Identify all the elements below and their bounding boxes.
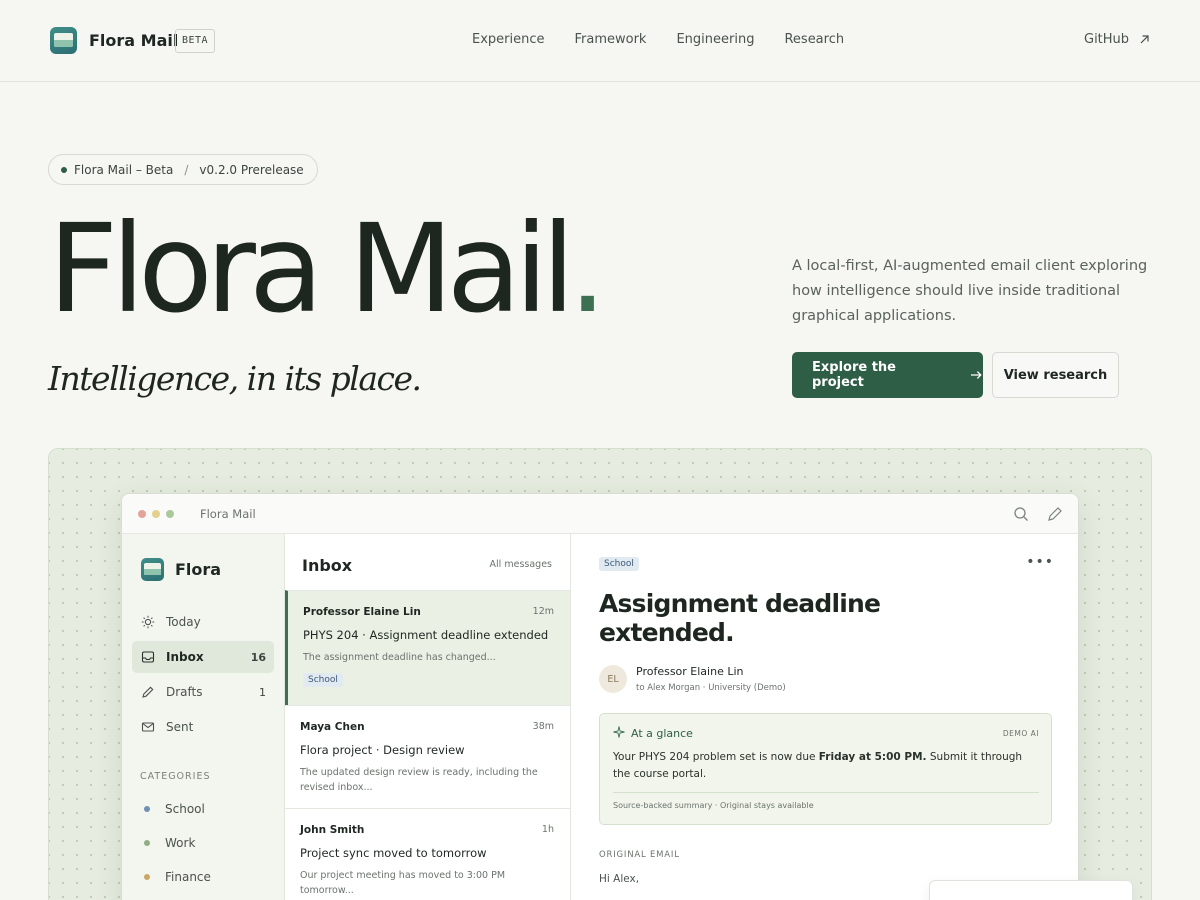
message-subject: Flora project · Design review xyxy=(300,743,465,757)
inbox-count-badge: 16 xyxy=(250,650,266,664)
summary-text: Your PHYS 204 problem set is now due xyxy=(613,751,819,763)
brand-name[interactable]: Flora Mail xyxy=(89,31,178,50)
sun-icon xyxy=(141,615,155,629)
close-dot[interactable] xyxy=(138,510,146,518)
more-options-icon[interactable]: ••• xyxy=(1026,554,1054,570)
window-title: Flora Mail xyxy=(200,507,256,521)
demo-ai-badge: DEMO AI xyxy=(1002,729,1039,738)
list-item[interactable]: John Smith 1h Project sync moved to tomo… xyxy=(285,808,570,900)
ai-summary-card: At a glance DEMO AI Your PHYS 204 proble… xyxy=(599,713,1052,825)
release-pill[interactable]: Flora Mail – Beta / v0.2.0 Prerelease xyxy=(48,154,318,185)
email-greeting: Hi Alex, xyxy=(599,873,640,885)
view-research-button[interactable]: View research xyxy=(992,352,1119,398)
reader-recipient: to Alex Morgan · University (Demo) xyxy=(636,683,786,693)
arrow-right-icon xyxy=(971,371,982,379)
pencil-icon xyxy=(142,686,154,698)
top-navigation: Flora Mail BETA Experience Framework Eng… xyxy=(0,0,1200,82)
hero-title-dot: . xyxy=(568,198,607,340)
sidebar-item-drafts[interactable]: Drafts 1 xyxy=(132,676,274,708)
inbox-icon xyxy=(141,651,155,663)
message-sender: Maya Chen xyxy=(300,721,365,733)
github-link[interactable]: GitHub xyxy=(1084,32,1150,47)
nav-engineering[interactable]: Engineering xyxy=(676,32,754,47)
summary-deadline: Friday at 5:00 PM. xyxy=(818,751,927,763)
explore-project-label: Explore the project xyxy=(812,360,896,390)
message-preview: The updated design review is ready, incl… xyxy=(300,767,538,793)
message-tag: School xyxy=(303,673,343,687)
beta-badge: BETA xyxy=(175,29,216,53)
message-subject: PHYS 204 · Assignment deadline extended xyxy=(303,628,549,642)
message-sender: Professor Elaine Lin xyxy=(303,606,421,618)
pill-separator: / xyxy=(184,162,189,177)
minimize-dot[interactable] xyxy=(152,510,160,518)
message-time: 1h xyxy=(541,824,554,835)
category-work[interactable]: Work xyxy=(144,836,195,850)
category-label: Work xyxy=(165,836,196,850)
message-time: 38m xyxy=(532,721,554,732)
category-label: Finance xyxy=(165,870,211,884)
reader-tag: School xyxy=(599,557,639,571)
hero-title: Flora Mail. xyxy=(48,208,607,330)
sidebar-brand: Flora xyxy=(175,560,222,579)
category-label: School xyxy=(165,802,205,816)
message-title: Assignment deadline extended. xyxy=(599,589,881,647)
sidebar-item-label: Sent xyxy=(166,720,194,734)
list-item[interactable]: Maya Chen 38m Flora project · Design rev… xyxy=(285,705,570,808)
message-subject: Project sync moved to tomorrow xyxy=(300,846,487,860)
pill-product: Flora Mail – Beta xyxy=(74,162,174,177)
sidebar-item-today[interactable]: Today xyxy=(132,606,274,638)
all-messages-filter[interactable]: All messages xyxy=(490,559,552,570)
hero-description: A local-first, AI-augmented email client… xyxy=(792,258,1148,324)
category-school[interactable]: School xyxy=(144,802,205,816)
list-title: Inbox xyxy=(302,556,353,575)
category-finance[interactable]: Finance xyxy=(144,870,211,884)
sidebar-item-label: Inbox xyxy=(166,650,204,664)
original-email-heading: ORIGINAL EMAIL xyxy=(599,850,680,860)
explore-project-button[interactable]: Explore the project xyxy=(792,352,983,398)
message-time: 12m xyxy=(532,606,554,617)
category-dot xyxy=(144,806,150,812)
divider xyxy=(613,792,1039,793)
arrow-up-right-icon xyxy=(1140,35,1149,44)
sidebar-item-inbox[interactable]: Inbox 16 xyxy=(132,641,274,673)
compose-icon[interactable] xyxy=(1046,505,1064,523)
summary-title: At a glance xyxy=(631,727,693,740)
summary-body: Your PHYS 204 problem set is now due Fri… xyxy=(613,749,1041,783)
sparkle-icon xyxy=(613,726,625,738)
message-reader: School ••• Assignment deadline extended.… xyxy=(571,534,1078,900)
sidebar-item-sent[interactable]: Sent xyxy=(132,711,274,743)
hero-subtitle: Intelligence, in its place. xyxy=(48,359,422,398)
pill-version: v0.2.0 Prerelease xyxy=(199,162,304,177)
message-sender: John Smith xyxy=(300,824,365,836)
flora-logo-icon[interactable] xyxy=(50,27,77,54)
maximize-dot[interactable] xyxy=(166,510,174,518)
nav-experience[interactable]: Experience xyxy=(472,32,545,47)
window-titlebar: Flora Mail xyxy=(122,494,1078,534)
search-icon[interactable] xyxy=(1012,505,1030,523)
github-label: GitHub xyxy=(1084,32,1130,47)
nav-framework[interactable]: Framework xyxy=(575,32,647,47)
app-window: Flora Mail Flora Today Inbox 16 Drafts 1… xyxy=(121,493,1079,900)
flora-logo-icon xyxy=(141,558,164,581)
floating-card xyxy=(929,880,1133,900)
categories-heading: CATEGORIES xyxy=(140,771,211,782)
app-sidebar: Flora Today Inbox 16 Drafts 1 Sent CATEG… xyxy=(122,534,285,900)
summary-footer: Source-backed summary · Original stays a… xyxy=(613,801,814,810)
message-preview: Our project meeting has moved to 3:00 PM… xyxy=(300,870,506,896)
reader-sender: Professor Elaine Lin xyxy=(636,665,744,678)
sidebar-item-label: Drafts xyxy=(166,685,203,699)
sidebar-item-label: Today xyxy=(166,615,201,629)
list-item[interactable]: Professor Elaine Lin 12m PHYS 204 · Assi… xyxy=(285,590,570,705)
main-nav: Experience Framework Engineering Researc… xyxy=(472,32,844,47)
avatar: EL xyxy=(599,665,627,693)
category-dot xyxy=(144,840,150,846)
hero-title-text: Flora Mail xyxy=(48,198,575,340)
message-list: Inbox All messages Professor Elaine Lin … xyxy=(285,534,571,900)
message-preview: The assignment deadline has changed... xyxy=(303,652,496,663)
nav-research[interactable]: Research xyxy=(784,32,844,47)
status-dot xyxy=(61,166,67,173)
envelope-icon xyxy=(141,722,155,732)
drafts-count-badge: 1 xyxy=(259,685,266,699)
category-dot xyxy=(144,874,150,880)
